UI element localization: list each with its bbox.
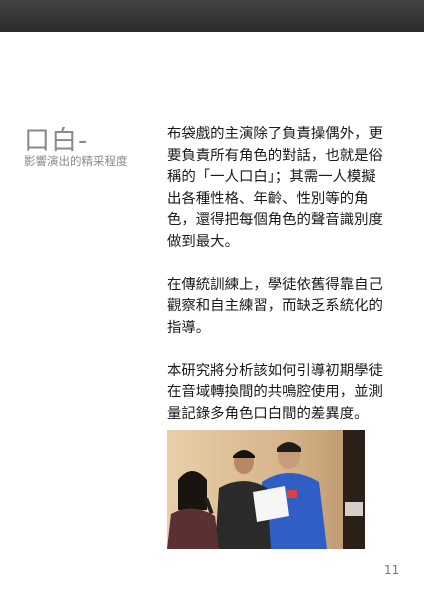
body-text: 布袋戲的主演除了負責操偶外，更要負責所有角色的對話，也就是俗稱的「一人口白」；其…	[167, 124, 389, 447]
section-title: 口白-	[24, 126, 89, 156]
page-number: 11	[384, 563, 400, 577]
paragraph-2: 在傳統訓練上，學徒依舊得靠自己觀察和自主練習，而缺乏系統化的指導。	[167, 276, 383, 336]
paragraph-3: 本研究將分析該如何引導初期學徒在音域轉換間的共鳴腔使用，並測量記錄多角色口白間的…	[167, 362, 383, 422]
paragraph-1: 布袋戲的主演除了負責操偶外，更要負責所有角色的對話，也就是俗稱的「一人口白」；其…	[167, 126, 383, 250]
top-header-bar	[0, 0, 424, 32]
section-subtitle: 影響演出的精采程度	[24, 154, 128, 168]
rehearsal-photo	[167, 430, 365, 549]
